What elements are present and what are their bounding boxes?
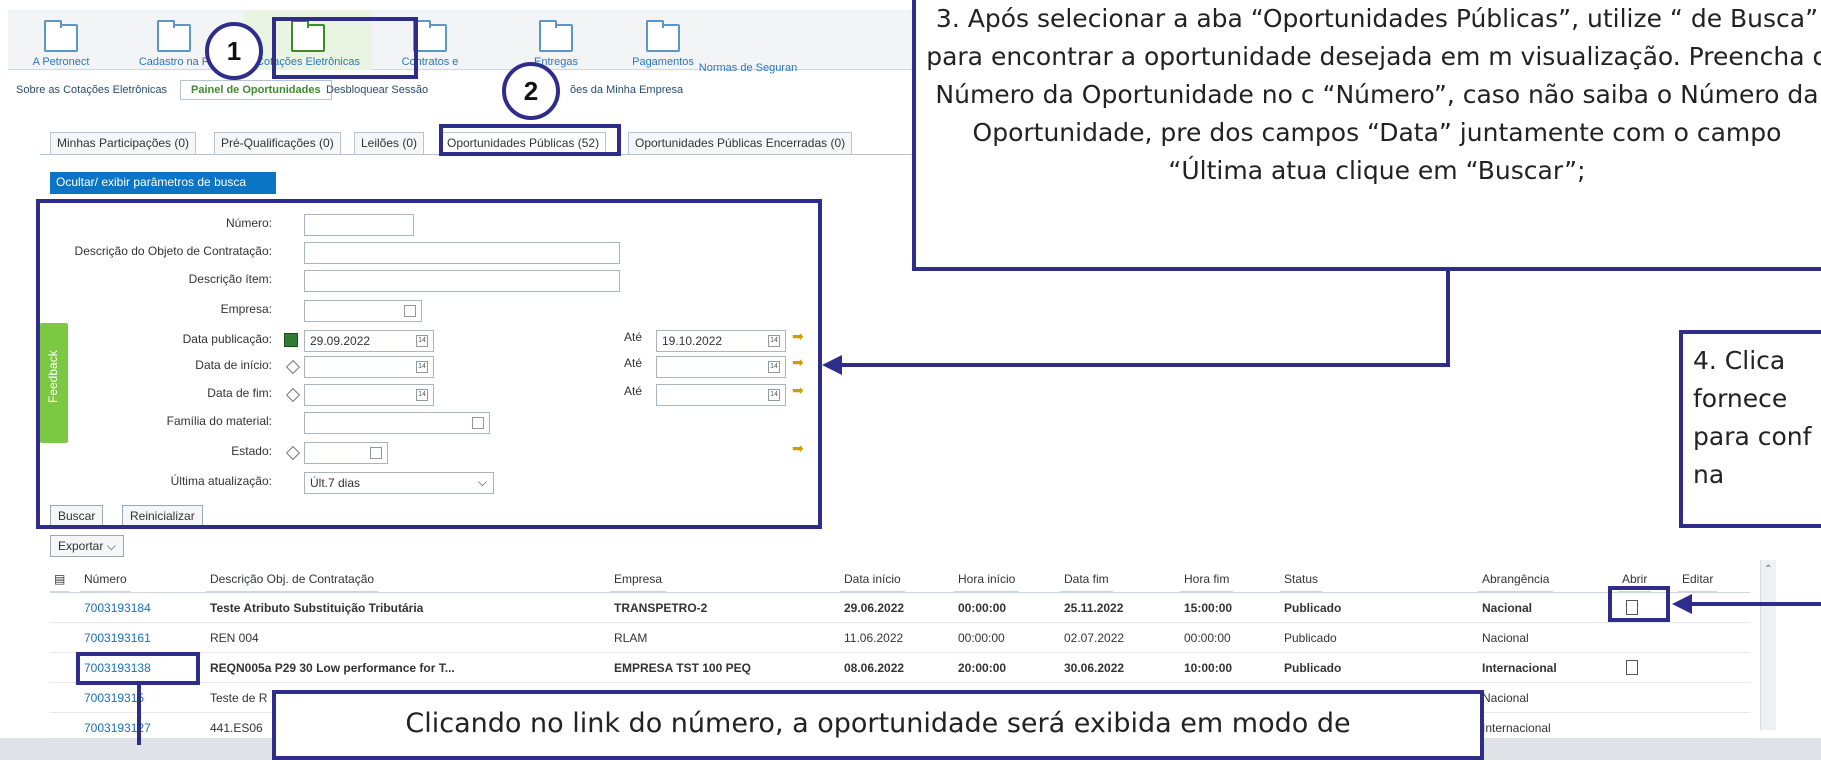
cell-hora-inicio: 00:00:00 [958, 601, 1007, 615]
table-settings-icon[interactable]: ▤ [50, 566, 70, 592]
cell-data-fim: 02.07.2022 [1064, 631, 1125, 645]
arrow-left-icon [1672, 594, 1692, 614]
cell-descricao: REQN005a P29 30 Low performance for T... [210, 661, 455, 675]
cell-data-inicio: 11.06.2022 [844, 631, 904, 645]
numero-link[interactable]: 7003193161 [84, 631, 151, 645]
exportar-button[interactable]: Exportar ⌵ [50, 535, 124, 557]
highlight-search-form [36, 199, 822, 529]
step-2-badge: 2 [502, 62, 560, 120]
table-row: 7003193161 REN 004 RLAM 11.06.2022 00:00… [50, 623, 1750, 653]
folder-icon [157, 20, 191, 52]
cell-abrangencia: Nacional [1482, 601, 1533, 615]
cell-abrangencia: Nacional [1482, 691, 1529, 705]
chevron-up-icon[interactable]: ⌃ [1764, 564, 1772, 575]
folder-icon [413, 20, 447, 52]
subnav-desbloquear[interactable]: Desbloquear Sessão [326, 84, 428, 96]
cell-status: Publicado [1284, 631, 1337, 645]
tab-minhas-participacoes[interactable]: Minhas Participações (0) [50, 132, 197, 154]
step-1-badge: 1 [205, 22, 263, 80]
col-abrangencia[interactable]: Abrangência [1478, 566, 1554, 592]
cell-abrangencia: Internacional [1482, 661, 1557, 675]
cell-abrangencia: Internacional [1482, 721, 1551, 735]
connector-line [1446, 271, 1450, 367]
cell-descricao: 441.ES06 [210, 721, 263, 735]
subnav-sobre[interactable]: Sobre as Cotações Eletrônicas [16, 84, 167, 96]
nav-label: Normas de Seguran [698, 62, 798, 74]
col-status[interactable]: Status [1280, 566, 1323, 592]
subnav-minha-empresa[interactable]: ões da Minha Empresa [570, 84, 683, 96]
callout-numero-link: Clicando no link do número, a oportunida… [272, 690, 1484, 760]
cell-hora-fim: 10:00:00 [1184, 661, 1233, 675]
cell-data-fim: 30.06.2022 [1064, 661, 1125, 675]
folder-icon [44, 20, 78, 52]
col-descricao[interactable]: Descrição Obj. de Contratação [206, 566, 379, 592]
col-data-inicio[interactable]: Data início [840, 566, 905, 592]
nav-label: A Petronect [32, 56, 90, 68]
col-empresa[interactable]: Empresa [610, 566, 667, 592]
cell-data-inicio: 29.06.2022 [844, 601, 905, 615]
callout-numero-text: Clicando no link do número, a oportunida… [405, 708, 1351, 739]
table-scrollbar[interactable]: ⌃ [1760, 560, 1776, 730]
cell-hora-inicio: 20:00:00 [958, 661, 1007, 675]
highlight-cotacoes-tab [272, 17, 418, 79]
cell-hora-inicio: 00:00:00 [958, 631, 1005, 645]
chevron-down-icon: ⌵ [106, 539, 116, 553]
callout-step-3: 3. Após selecionar a aba “Oportunidades … [912, 0, 1821, 271]
cell-hora-fim: 15:00:00 [1184, 601, 1233, 615]
tab-leiloes[interactable]: Leilões (0) [354, 132, 425, 154]
cell-empresa: TRANSPETRO-2 [614, 601, 708, 615]
document-icon[interactable] [1626, 660, 1638, 675]
screenshot-frame: A Petronect Cadastro na P Cotações Eletr… [0, 0, 1821, 760]
table-row: 7003193138 REQN005a P29 30 Low performan… [50, 653, 1750, 683]
highlight-numero-link [76, 652, 200, 685]
cell-descricao: Teste de R [210, 691, 268, 705]
highlight-oportunidades-tab [439, 124, 621, 156]
nav-item-petronect[interactable]: A Petronect [18, 10, 104, 70]
callout-step-4-text: 4. Clica fornece para conf na [1693, 346, 1812, 489]
connector-line [838, 363, 1450, 367]
nav-item-entregas[interactable]: Entregas [508, 10, 604, 70]
toggle-search-params-button[interactable]: Ocultar/ exibir parâmetros de busca [50, 172, 276, 194]
highlight-abrir-icon [1608, 586, 1670, 622]
col-editar[interactable]: Editar [1678, 566, 1718, 592]
exportar-label: Exportar [58, 539, 104, 553]
cell-data-fim: 25.11.2022 [1064, 601, 1124, 615]
connector-line [137, 685, 141, 745]
cell-status: Publicado [1284, 661, 1342, 675]
cell-status: Publicado [1284, 601, 1342, 615]
col-data-fim[interactable]: Data fim [1060, 566, 1113, 592]
cell-descricao: Teste Atributo Substituição Tributária [210, 601, 424, 615]
cell-data-inicio: 08.06.2022 [844, 661, 905, 675]
table-row: 7003193184 Teste Atributo Substituição T… [50, 593, 1750, 623]
callout-step-3-text: 3. Após selecionar a aba “Oportunidades … [926, 4, 1821, 185]
numero-link[interactable]: 7003193184 [84, 601, 151, 615]
cell-empresa: RLAM [614, 631, 648, 645]
col-hora-inicio[interactable]: Hora início [954, 566, 1020, 592]
connector-line [1690, 602, 1821, 606]
numero-link[interactable]: 700319315 [84, 691, 144, 705]
cell-abrangencia: Nacional [1482, 631, 1529, 645]
col-numero[interactable]: Número [80, 566, 131, 592]
callout-step-4: 4. Clica fornece para conf na [1679, 330, 1821, 528]
tab-pre-qualificacoes[interactable]: Pré-Qualificações (0) [214, 132, 341, 154]
folder-icon [539, 20, 573, 52]
cell-hora-fim: 00:00:00 [1184, 631, 1231, 645]
tab-oportunidades-encerradas[interactable]: Oportunidades Públicas Encerradas (0) [628, 132, 853, 154]
nav-item-normas[interactable]: Normas de Seguran [688, 10, 808, 74]
subnav-painel[interactable]: Painel de Oportunidades [180, 80, 332, 100]
folder-icon [646, 20, 680, 52]
cell-empresa: EMPRESA TST 100 PEQ [614, 661, 751, 675]
cell-descricao: REN 004 [210, 631, 259, 645]
col-hora-fim[interactable]: Hora fim [1180, 566, 1234, 592]
arrow-left-icon [822, 355, 842, 375]
